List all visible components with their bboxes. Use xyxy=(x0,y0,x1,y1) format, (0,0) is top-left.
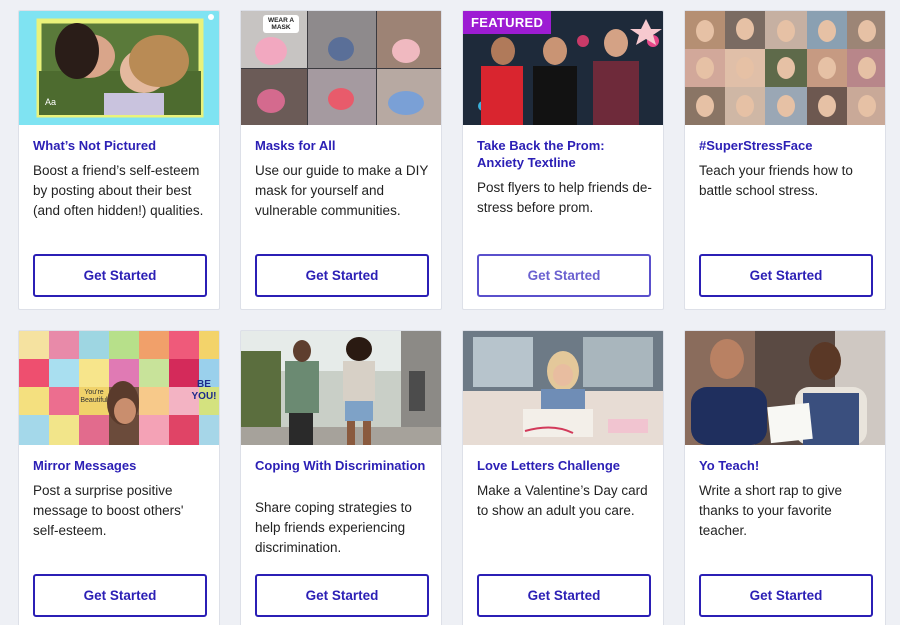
card-image[interactable]: BE YOU! You're Beautiful xyxy=(19,331,219,445)
card-description: Share coping strategies to help friends … xyxy=(255,500,412,555)
get-started-button[interactable]: Get Started xyxy=(699,254,873,297)
campaign-card[interactable]: Love Letters Challenge Make a Valentine’… xyxy=(462,330,664,625)
card-title[interactable]: What’s Not Pictured xyxy=(33,137,207,154)
get-started-button[interactable]: Get Started xyxy=(477,574,651,617)
card-title[interactable]: Mirror Messages xyxy=(33,457,207,474)
card-image[interactable]: FEATURED xyxy=(463,11,663,125)
image-text-mask-sign: WEAR A MASK xyxy=(267,17,295,31)
card-image[interactable]: WEAR A MASK xyxy=(241,11,441,125)
card-image[interactable] xyxy=(241,331,441,445)
card-description: Make a Valentine’s Day card to show an a… xyxy=(477,483,648,518)
card-description: Teach your friends how to battle school … xyxy=(699,163,853,198)
card-image[interactable]: Aa xyxy=(19,11,219,125)
card-title[interactable]: Masks for All xyxy=(255,137,429,154)
card-description: Write a short rap to give thanks to your… xyxy=(699,483,843,538)
card-description: Use our guide to make a DIY mask for you… xyxy=(255,163,429,218)
card-image[interactable] xyxy=(685,11,885,125)
card-description: Post flyers to help friends de-stress be… xyxy=(477,180,652,215)
image-text-note-be-you: BE YOU! xyxy=(191,379,217,402)
campaign-card[interactable]: WEAR A MASK Masks for All Use our guide … xyxy=(240,10,442,310)
image-text-note-beautiful: You're Beautiful xyxy=(80,389,108,404)
get-started-button[interactable]: Get Started xyxy=(477,254,651,297)
campaign-card[interactable]: Yo Teach! Write a short rap to give than… xyxy=(684,330,886,625)
card-description: Post a surprise positive message to boos… xyxy=(33,483,184,538)
get-started-button[interactable]: Get Started xyxy=(699,574,873,617)
card-title[interactable]: Love Letters Challenge xyxy=(477,457,651,474)
image-text-aa: Aa xyxy=(45,97,57,107)
card-title[interactable]: #SuperStressFace xyxy=(699,137,873,154)
card-title[interactable]: Coping With Discrimination xyxy=(255,457,429,474)
card-title[interactable]: Yo Teach! xyxy=(699,457,873,474)
get-started-button[interactable]: Get Started xyxy=(33,254,207,297)
get-started-button[interactable]: Get Started xyxy=(33,574,207,617)
card-title[interactable]: Take Back the Prom: Anxiety Textline xyxy=(477,137,651,171)
get-started-button[interactable]: Get Started xyxy=(255,574,429,617)
get-started-button[interactable]: Get Started xyxy=(255,254,429,297)
card-description: Boost a friend’s self-esteem by posting … xyxy=(33,163,204,218)
featured-badge: FEATURED xyxy=(463,11,552,34)
campaign-card[interactable]: Coping With Discrimination Share coping … xyxy=(240,330,442,625)
campaign-card[interactable]: BE YOU! You're Beautiful Mirror Messages… xyxy=(18,330,220,625)
card-image[interactable] xyxy=(463,331,663,445)
card-image[interactable] xyxy=(685,331,885,445)
campaign-card[interactable]: Aa What’s Not Pictured Boost a friend’s … xyxy=(18,10,220,310)
campaign-card[interactable]: FEATURED Take Back the Prom: Anxiety Tex… xyxy=(462,10,664,310)
campaign-card[interactable]: #SuperStressFace Teach your friends how … xyxy=(684,10,886,310)
